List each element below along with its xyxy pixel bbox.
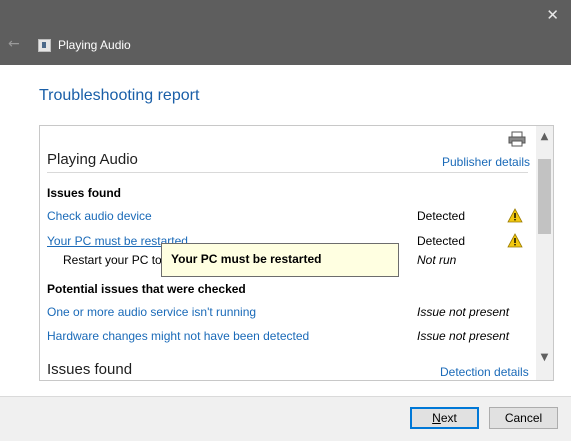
warning-icon [507,208,523,223]
page-heading: Troubleshooting report [39,87,200,104]
section-title-playing-audio: Playing Audio [47,151,138,168]
publisher-details-link[interactable]: Publisher details [442,155,530,169]
next-button[interactable]: Next [410,407,479,429]
issue-check-audio-device-link[interactable]: Check audio device [47,209,152,223]
divider [47,172,528,173]
scrollbar-thumb[interactable] [538,159,551,234]
next-label-rest: ext [440,411,457,425]
restart-action-label: Restart your PC to [63,253,162,267]
warning-icon [507,233,523,248]
issue-status: Detected [417,234,466,248]
detection-details-link[interactable]: Detection details [440,365,529,379]
potential-issues-label: Potential issues that were checked [47,282,246,296]
potential-issue-status: Issue not present [417,329,510,343]
potential-issue-status: Issue not present [417,305,510,319]
section-title-issues-found: Issues found [47,361,133,378]
close-icon[interactable]: ✕ [546,6,559,24]
potential-issue-hardware-changes-link[interactable]: Hardware changes might not have been det… [47,329,309,343]
footer-bar: Next Cancel [0,396,571,441]
back-arrow-icon[interactable]: ← [8,36,20,52]
cancel-button[interactable]: Cancel [489,407,558,429]
restart-action-status: Not run [417,253,457,267]
issues-found-label: Issues found [47,186,122,200]
scroll-down-icon[interactable]: ▼ [536,349,553,366]
tooltip: Your PC must be restarted [161,243,399,277]
scroll-up-icon[interactable]: ▲ [536,128,553,145]
print-icon[interactable] [508,131,526,150]
issue-status: Detected [417,209,466,223]
next-mnemonic: N [432,411,441,425]
vertical-scrollbar[interactable]: ▲ ▼ [536,126,553,380]
title-bar: ✕ ← Playing Audio [0,0,571,65]
window-title: Playing Audio [58,38,131,52]
potential-issue-audio-service-link[interactable]: One or more audio service isn't running [47,305,256,319]
troubleshooter-app-icon [38,39,51,52]
